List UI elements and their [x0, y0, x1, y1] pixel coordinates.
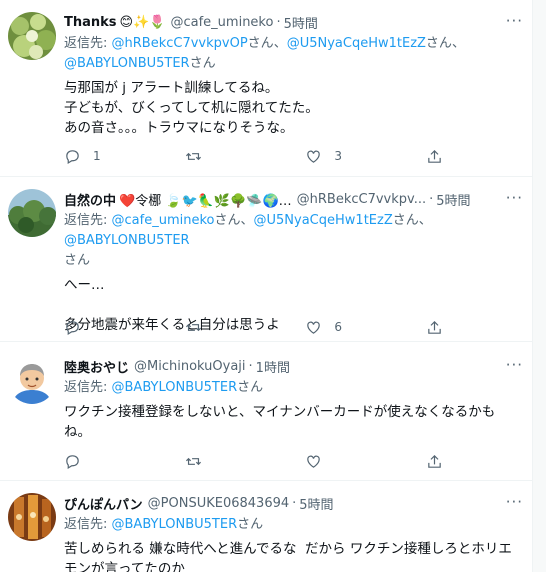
reply-count: 1 [93, 149, 101, 163]
like-count: 6 [334, 320, 342, 334]
avatar[interactable] [8, 12, 56, 60]
share-icon [428, 454, 441, 468]
tweet[interactable]: Thanks 😊✨🌷 @cafe_umineko · 5時間 ··· 返信先: … [0, 0, 533, 177]
mention-link[interactable]: @BABYLONBU5TER [64, 56, 190, 71]
share-button[interactable] [426, 148, 444, 165]
scrollbar[interactable] [533, 0, 546, 572]
mention-separator: 、 [451, 36, 465, 51]
share-icon [428, 320, 441, 334]
user-handle[interactable]: @MichinokuOyaji [134, 359, 246, 374]
share-icon [428, 149, 441, 163]
mention-suffix: さん [214, 213, 241, 228]
share-button[interactable] [426, 453, 444, 470]
retweet-button[interactable] [185, 148, 255, 165]
more-icon[interactable]: ··· [506, 189, 523, 207]
reply-icon [66, 454, 79, 469]
reply-prefix: 返信先: [64, 380, 112, 395]
name-emojis: ❤️令梛 🍃🐦🦜🌿🌳🛸🌍… [119, 193, 292, 209]
timestamp[interactable]: 5時間 [436, 190, 470, 209]
display-name[interactable]: 自然の中 [64, 190, 116, 209]
separator-dot: · [276, 14, 281, 30]
separator-dot: · [248, 358, 253, 374]
mention-link[interactable]: @U5NyaCqeHw1tEzZ [287, 36, 426, 51]
tweet-actions: 1 3 [64, 147, 444, 165]
tweet-header: 自然の中 ❤️令梛 🍃🐦🦜🌿🌳🛸🌍… @hRBekcC7vvkpv... · 5… [64, 189, 523, 209]
display-name[interactable]: 陸奥おやじ [64, 357, 129, 376]
separator-dot: · [292, 495, 297, 511]
tweet[interactable]: 自然の中 ❤️令梛 🍃🐦🦜🌿🌳🛸🌍… @hRBekcC7vvkpv... · 5… [0, 177, 533, 342]
tweet-text: ワクチン接種登録をしないと、マイナンバーカードが使えなくなるかも ね。 [64, 404, 496, 440]
more-icon[interactable]: ··· [506, 356, 523, 374]
retweet-icon [185, 152, 201, 160]
reply-button[interactable] [64, 319, 134, 336]
avatar[interactable] [8, 356, 56, 404]
mention-link[interactable]: @BABYLONBU5TER [64, 233, 190, 248]
mention-suffix: さん [392, 213, 419, 228]
mention-suffix: さん [237, 380, 264, 395]
reply-to-line: 返信先: @hRBekcC7vvkpvOPさん、@U5NyaCqeHw1tEzZ… [64, 34, 523, 74]
retweet-icon [185, 323, 201, 331]
mention-link[interactable]: @U5NyaCqeHw1tEzZ [254, 213, 393, 228]
timestamp[interactable]: 5時間 [284, 13, 318, 32]
display-name[interactable]: Thanks [64, 15, 117, 30]
mention-separator: 、 [273, 36, 287, 51]
reply-to-line: 返信先: @BABYLONBU5TERさん [64, 515, 523, 535]
tweet-text: 与那国が j アラート訓練してるね。 子どもが、びくってして机に隠れてたた。 あ… [64, 80, 319, 136]
like-icon [307, 455, 321, 468]
mention-link[interactable]: @BABYLONBU5TER [112, 380, 238, 395]
like-count: 3 [334, 149, 342, 163]
reply-prefix: 返信先: [64, 213, 112, 228]
mention-suffix: さん [64, 253, 91, 268]
display-name[interactable]: ぴんぽんパン [64, 494, 143, 513]
like-icon [307, 150, 321, 163]
more-icon[interactable]: ··· [506, 12, 523, 30]
user-handle[interactable]: @cafe_umineko [170, 15, 273, 30]
separator-dot: · [429, 191, 434, 207]
tweet-header: ぴんぽんパン @PONSUKE06843694 · 5時間 [64, 493, 523, 513]
avatar[interactable] [8, 189, 56, 237]
mention-suffix: さん [247, 36, 274, 51]
tweet[interactable]: ぴんぽんパン @PONSUKE06843694 · 5時間 ··· 返信先: @… [0, 481, 533, 572]
like-button[interactable]: 6 [305, 319, 375, 336]
retweet-button[interactable] [185, 319, 255, 336]
like-icon [307, 321, 321, 334]
reply-prefix: 返信先: [64, 517, 112, 532]
like-button[interactable]: 3 [305, 148, 375, 165]
tweet-actions: 6 [64, 318, 444, 336]
reply-button[interactable] [64, 453, 134, 470]
like-button[interactable] [305, 453, 375, 470]
reply-icon [66, 320, 79, 335]
timestamp[interactable]: 5時間 [299, 494, 333, 513]
mention-link[interactable]: @cafe_umineko [112, 213, 215, 228]
reply-prefix: 返信先: [64, 36, 112, 51]
more-icon[interactable]: ··· [506, 493, 523, 511]
mention-link[interactable]: @hRBekcC7vvkpvOP [112, 36, 248, 51]
mention-link[interactable]: @BABYLONBU5TER [112, 517, 238, 532]
reply-to-line: 返信先: @BABYLONBU5TERさん [64, 378, 523, 398]
tweet[interactable]: 陸奥おやじ @MichinokuOyaji · 1時間 ··· 返信先: @BA… [0, 342, 533, 481]
mention-separator: 、 [240, 213, 254, 228]
reply-button[interactable]: 1 [64, 148, 134, 165]
user-handle[interactable]: @hRBekcC7vvkpv... [297, 192, 426, 207]
tweet-header: Thanks 😊✨🌷 @cafe_umineko · 5時間 [64, 12, 523, 32]
tweet-header: 陸奥おやじ @MichinokuOyaji · 1時間 [64, 356, 523, 376]
mention-suffix: さん [425, 36, 452, 51]
name-emojis: 😊✨🌷 [119, 14, 166, 30]
timestamp[interactable]: 1時間 [256, 357, 290, 376]
timeline-feed: Thanks 😊✨🌷 @cafe_umineko · 5時間 ··· 返信先: … [0, 0, 533, 572]
mention-suffix: さん [189, 56, 216, 71]
avatar[interactable] [8, 493, 56, 541]
mention-suffix: さん [237, 517, 264, 532]
reply-icon [66, 149, 79, 164]
mention-separator: 、 [418, 213, 432, 228]
reply-to-line: 返信先: @cafe_uminekoさん、@U5NyaCqeHw1tEzZさん、… [64, 211, 523, 271]
retweet-button[interactable] [185, 453, 255, 470]
tweet-actions [64, 452, 444, 470]
tweet-text: 苦しめられる 嫌な時代へと進んでるな だから ワクチン接種しろとホリエ モンが言… [64, 541, 512, 572]
share-button[interactable] [426, 319, 444, 336]
retweet-icon [185, 457, 201, 465]
user-handle[interactable]: @PONSUKE06843694 [148, 496, 289, 511]
